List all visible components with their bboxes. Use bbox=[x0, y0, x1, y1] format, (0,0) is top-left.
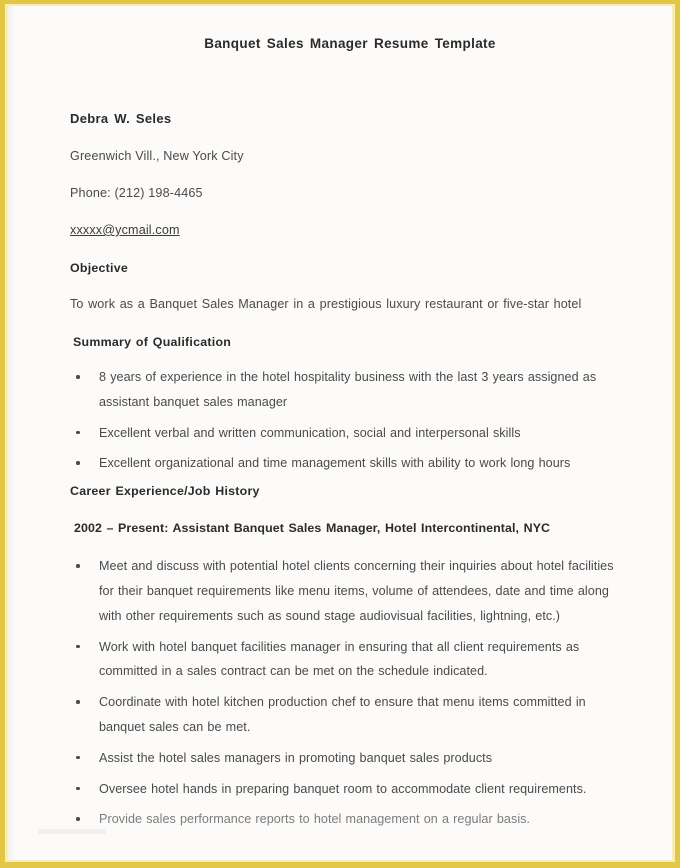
objective-text: To work as a Banquet Sales Manager in a … bbox=[70, 297, 582, 311]
career-heading: Career Experience/Job History bbox=[70, 484, 260, 499]
list-item: Provide sales performance reports to hot… bbox=[70, 807, 630, 832]
resume-page: Banquet Sales Manager Resume Template De… bbox=[8, 6, 672, 860]
document-gold-frame: Banquet Sales Manager Resume Template De… bbox=[0, 0, 680, 868]
applicant-email-link[interactable]: xxxxx@ycmail.com bbox=[70, 223, 180, 237]
summary-list: 8 years of experience in the hotel hospi… bbox=[70, 349, 630, 476]
objective-heading: Objective bbox=[70, 261, 129, 275]
list-item: Assist the hotel sales managers in promo… bbox=[70, 746, 630, 771]
resume-content: Banquet Sales Manager Resume Template De… bbox=[8, 6, 672, 860]
summary-heading: Summary of Qualification bbox=[73, 335, 232, 349]
list-item: Coordinate with hotel kitchen production… bbox=[70, 690, 630, 740]
job-duties-list: Meet and discuss with potential hotel cl… bbox=[70, 535, 630, 832]
list-item: Meet and discuss with potential hotel cl… bbox=[70, 554, 630, 628]
list-item: 8 years of experience in the hotel hospi… bbox=[70, 365, 630, 415]
applicant-address: Greenwich Vill., New York City bbox=[70, 149, 244, 163]
applicant-email-line: xxxxx@ycmail.com bbox=[70, 200, 630, 237]
applicant-phone: Phone: (212) 198-4465 bbox=[70, 186, 203, 200]
list-item: Work with hotel banquet facilities manag… bbox=[70, 635, 630, 685]
list-item: Excellent verbal and written communicati… bbox=[70, 421, 630, 446]
job-title: 2002 – Present: Assistant Banquet Sales … bbox=[74, 521, 551, 536]
page-title: Banquet Sales Manager Resume Template bbox=[204, 36, 496, 51]
list-item: Oversee hotel hands in preparing banquet… bbox=[70, 777, 630, 802]
applicant-name: Debra W. Seles bbox=[70, 111, 172, 126]
list-item: Excellent organizational and time manage… bbox=[70, 451, 630, 476]
